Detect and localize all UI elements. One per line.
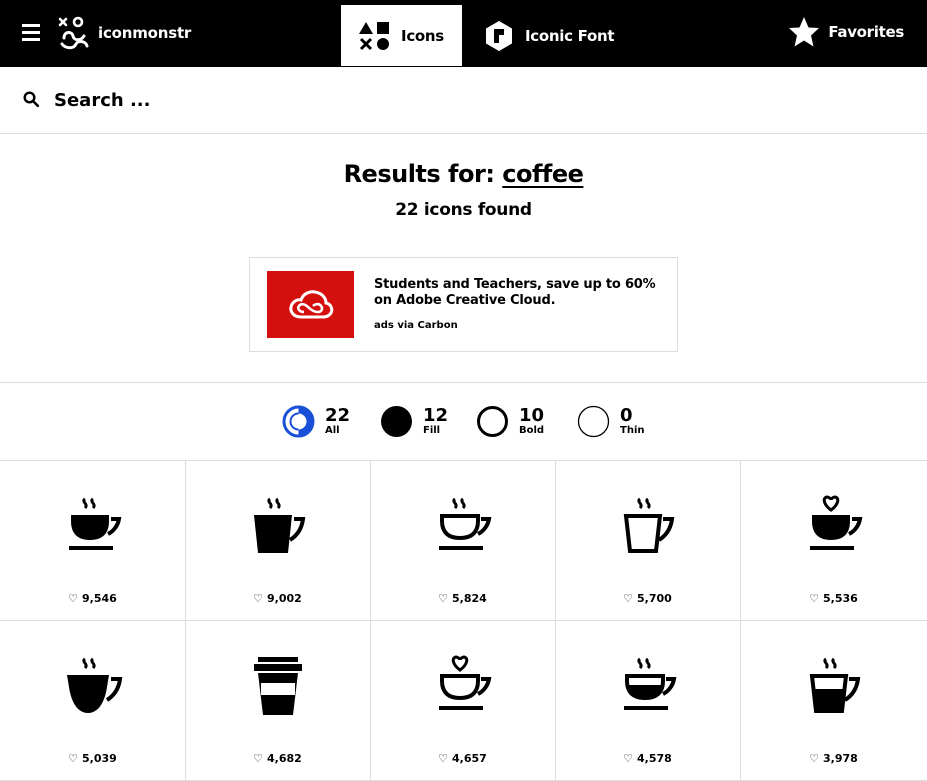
filter-fill-label: Fill bbox=[423, 424, 441, 436]
likes-count: ♡ 3,978 bbox=[809, 752, 858, 765]
thin-circle-icon bbox=[577, 405, 610, 438]
filter-thin-count: 0 bbox=[620, 404, 633, 426]
coffee-mug-steam-fill-icon bbox=[253, 497, 305, 553]
takeaway-cup-icon bbox=[253, 657, 302, 715]
heart-icon: ♡ bbox=[623, 752, 634, 765]
star-icon bbox=[789, 17, 820, 47]
coffee-cup-heart-outline-icon bbox=[438, 655, 491, 710]
icon-tile[interactable]: ♡ 4,682 bbox=[185, 621, 371, 781]
heart-icon: ♡ bbox=[253, 592, 264, 605]
brand-logo[interactable]: iconmonstr bbox=[58, 16, 191, 50]
tab-iconic-font[interactable]: Iconic Font bbox=[483, 5, 615, 66]
iconmonstr-logo-icon bbox=[58, 16, 89, 50]
icon-tile[interactable]: ♡ 5,039 bbox=[0, 621, 186, 781]
tab-icons[interactable]: Icons bbox=[341, 5, 462, 66]
tab-icons-label: Icons bbox=[401, 26, 444, 45]
results-title: Results for: coffee bbox=[0, 160, 927, 188]
ad-via-link[interactable]: ads via Carbon bbox=[374, 320, 458, 331]
half-circle-icon bbox=[282, 405, 315, 438]
coffee-cup-steam-fill-icon bbox=[68, 497, 121, 550]
menu-icon[interactable] bbox=[22, 24, 40, 42]
coffee-bowl-steam-fill-icon bbox=[66, 657, 122, 713]
favorites-link[interactable]: Favorites bbox=[788, 16, 904, 48]
coffee-mug-half-fill-icon bbox=[809, 657, 860, 713]
heart-icon: ♡ bbox=[438, 752, 449, 765]
filter-bold-label: Bold bbox=[519, 424, 545, 436]
filter-thin-label: Thin bbox=[620, 424, 645, 436]
filter-all-count: 22 bbox=[325, 404, 351, 426]
heart-icon: ♡ bbox=[438, 592, 449, 605]
heart-icon: ♡ bbox=[809, 592, 820, 605]
heart-icon: ♡ bbox=[253, 752, 264, 765]
filter-bold-count: 10 bbox=[519, 404, 545, 426]
coffee-cup-steam-outline-icon bbox=[438, 497, 491, 550]
coffee-cup-half-fill-icon bbox=[623, 657, 676, 710]
likes-count: ♡ 4,578 bbox=[623, 752, 672, 765]
icon-tile[interactable]: ♡ 4,578 bbox=[555, 621, 741, 781]
icon-tile[interactable]: ♡ 9,002 bbox=[185, 461, 371, 621]
results-prefix: Results for: bbox=[343, 160, 503, 188]
heart-icon: ♡ bbox=[68, 592, 79, 605]
tab-iconic-font-label: Iconic Font bbox=[525, 26, 615, 45]
icon-tile[interactable]: ♡ 3,978 bbox=[740, 621, 927, 781]
likes-count: ♡ 5,536 bbox=[809, 592, 858, 605]
search-input[interactable] bbox=[54, 87, 654, 113]
style-filters: 22 All 12 Fill 10 Bold 0 Thin bbox=[0, 382, 927, 461]
filter-fill-count: 12 bbox=[423, 404, 449, 426]
likes-count: ♡ 5,700 bbox=[623, 592, 672, 605]
filter-all[interactable]: 22 All bbox=[282, 405, 350, 438]
ad-image[interactable] bbox=[267, 271, 354, 338]
filter-all-label: All bbox=[325, 424, 340, 436]
search-bar bbox=[0, 67, 927, 134]
likes-count: ♡ 4,657 bbox=[438, 752, 487, 765]
filter-fill[interactable]: 12 Fill bbox=[380, 405, 448, 438]
coffee-mug-steam-outline-icon bbox=[623, 497, 674, 553]
heart-icon: ♡ bbox=[623, 592, 634, 605]
icon-tile[interactable]: ♡ 5,824 bbox=[370, 461, 556, 621]
results-query-link[interactable]: coffee bbox=[502, 160, 584, 188]
favorites-label: Favorites bbox=[828, 23, 904, 41]
results-header: Results for: coffee 22 icons found bbox=[0, 160, 927, 220]
brand-name: iconmonstr bbox=[98, 24, 192, 42]
ad-text[interactable]: Students and Teachers, save up to 60% on… bbox=[374, 277, 669, 309]
filled-circle-icon bbox=[381, 406, 412, 437]
coffee-cup-heart-fill-icon bbox=[809, 495, 862, 550]
likes-count: ♡ 9,546 bbox=[68, 592, 117, 605]
likes-count: ♡ 5,039 bbox=[68, 752, 117, 765]
creative-cloud-logo-icon bbox=[288, 289, 333, 318]
likes-count: ♡ 5,824 bbox=[438, 592, 487, 605]
icon-tile[interactable]: ♡ 5,536 bbox=[740, 461, 927, 621]
results-count: 22 icons found bbox=[395, 200, 532, 220]
likes-count: ♡ 4,682 bbox=[253, 752, 302, 765]
icon-tile[interactable]: ♡ 4,657 bbox=[370, 621, 556, 781]
top-navigation: iconmonstr Icons Iconic Font Favorites bbox=[0, 0, 927, 67]
bold-circle-icon bbox=[477, 406, 508, 437]
filter-thin[interactable]: 0 Thin bbox=[577, 405, 645, 438]
shapes-icon bbox=[359, 21, 390, 50]
carbon-ad[interactable]: Students and Teachers, save up to 60% on… bbox=[249, 257, 678, 352]
iconic-font-icon bbox=[486, 20, 512, 51]
filter-bold[interactable]: 10 Bold bbox=[476, 405, 544, 438]
icon-tile[interactable]: ♡ 5,700 bbox=[555, 461, 741, 621]
heart-icon: ♡ bbox=[809, 752, 820, 765]
icon-tile[interactable]: ♡ 9,546 bbox=[0, 461, 186, 621]
likes-count: ♡ 9,002 bbox=[253, 592, 302, 605]
heart-icon: ♡ bbox=[68, 752, 79, 765]
search-icon[interactable] bbox=[23, 91, 39, 107]
